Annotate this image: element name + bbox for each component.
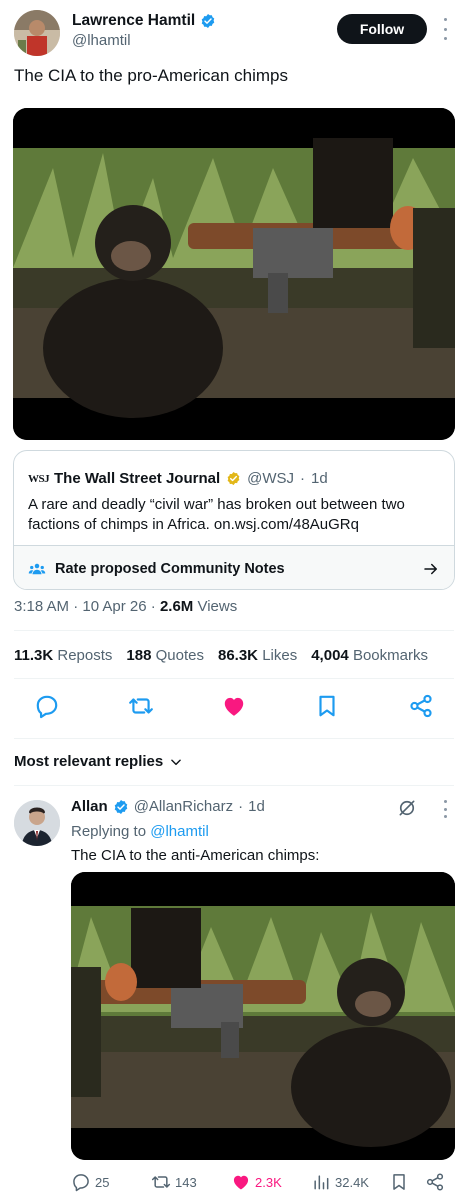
engagement-stats: 11.3K Reposts 188 Quotes 86.3K Likes 4,0… — [14, 647, 428, 664]
reply-author-row: Allan @AllanRicharz · 1d — [71, 798, 265, 815]
tweet-meta: 3:18 AM · 10 Apr 26 · 2.6M Views — [14, 598, 237, 615]
meta-separator: · — [73, 598, 79, 615]
reply-action-bar: 25 143 2.3K 32.4K — [71, 1170, 455, 1194]
chevron-down-icon — [171, 759, 182, 765]
video-frame — [13, 138, 455, 418]
reply-replies-count: 25 — [95, 1174, 110, 1190]
replying-to-link[interactable]: @lhamtil — [150, 823, 209, 840]
reply-icon[interactable] — [34, 693, 60, 719]
reposts-stat[interactable]: 11.3K Reposts — [14, 647, 112, 664]
author-avatar[interactable] — [14, 10, 60, 56]
reply-views-count: 32.4K — [335, 1174, 369, 1190]
community-notes-icon — [28, 563, 46, 574]
reply-more-icon[interactable] — [440, 800, 450, 818]
repost-icon[interactable] — [128, 693, 154, 719]
reply-separator: · — [238, 798, 244, 815]
repost-icon — [151, 1176, 171, 1188]
reply-reposts-count: 143 — [175, 1174, 197, 1190]
views-label: Views — [197, 598, 238, 615]
reply-author-name[interactable]: Allan — [71, 798, 108, 815]
divider — [14, 630, 454, 631]
reply-text: The CIA to the anti-American chimps: — [71, 847, 320, 864]
tweet-time[interactable]: 3:18 AM — [14, 598, 69, 615]
bookmarks-stat[interactable]: 4,004 Bookmarks — [311, 647, 428, 664]
reply-reply-button[interactable]: 25 — [71, 1172, 109, 1192]
views-icon — [314, 1175, 329, 1190]
more-icon[interactable] — [440, 18, 450, 40]
wsj-logo: WSJ — [28, 472, 50, 485]
reply-likes-count: 2.3K — [255, 1174, 282, 1190]
reply-author-handle[interactable]: @AllanRicharz — [134, 798, 233, 815]
bookmark-icon[interactable] — [389, 1172, 409, 1192]
quoted-tweet-card[interactable]: WSJ The Wall Street Journal @WSJ · 1d A … — [13, 450, 455, 590]
verified-gold-icon — [227, 471, 240, 486]
replying-to-prefix: Replying to — [71, 823, 147, 840]
quoted-tweet-header: WSJ The Wall Street Journal @WSJ · 1d — [28, 470, 328, 487]
reply-views-button[interactable]: 32.4K — [311, 1172, 369, 1192]
arrow-right-icon[interactable] — [422, 560, 440, 578]
quoted-separator: · — [300, 470, 306, 487]
reply-author-avatar[interactable] — [14, 800, 60, 846]
verified-icon — [201, 14, 215, 28]
bookmark-icon[interactable] — [314, 693, 340, 719]
reply-timestamp[interactable]: 1d — [248, 798, 265, 815]
like-icon — [233, 1175, 249, 1190]
share-icon[interactable] — [408, 693, 434, 719]
divider — [14, 785, 454, 786]
views-count: 2.6M — [159, 598, 194, 615]
like-icon[interactable] — [221, 693, 247, 719]
likes-stat[interactable]: 86.3K Likes — [218, 647, 297, 664]
author-name-row[interactable]: Lawrence Hamtil — [72, 12, 216, 30]
reply-like-button[interactable]: 2.3K — [231, 1172, 282, 1192]
follow-button[interactable]: Follow — [337, 14, 427, 44]
quotes-stat[interactable]: 188 Quotes — [126, 647, 204, 664]
tweet-date[interactable]: 10 Apr 26 — [82, 598, 146, 615]
replies-sort-dropdown[interactable]: Most relevant replies — [14, 753, 183, 770]
replying-to: Replying to @lhamtil — [71, 823, 209, 840]
quoted-timestamp: 1d — [311, 470, 328, 487]
divider — [14, 738, 454, 739]
tweet-text: The CIA to the pro-American chimps — [14, 66, 289, 85]
tweet-video[interactable] — [13, 108, 455, 440]
share-icon[interactable] — [425, 1172, 445, 1192]
divider — [14, 678, 454, 679]
reply-video[interactable] — [71, 872, 455, 1160]
author-handle[interactable]: @lhamtil — [72, 32, 131, 49]
tweet-action-bar — [14, 693, 454, 723]
quoted-author-name: The Wall Street Journal — [54, 470, 221, 487]
reply-icon — [73, 1174, 89, 1192]
verified-icon — [114, 799, 127, 814]
quoted-tweet-text: A rare and deadly “civil war” has broken… — [28, 496, 405, 533]
reply-repost-button[interactable]: 143 — [151, 1172, 197, 1192]
video-frame — [71, 906, 455, 1147]
grok-icon[interactable] — [397, 798, 417, 818]
community-notes-label: Rate proposed Community Notes — [55, 560, 285, 577]
meta-separator: · — [150, 598, 156, 615]
community-notes-bar[interactable]: Rate proposed Community Notes — [14, 545, 454, 589]
quoted-author-handle: @WSJ — [247, 470, 295, 487]
replies-sort-label: Most relevant replies — [14, 753, 164, 770]
author-name[interactable]: Lawrence Hamtil — [72, 12, 195, 30]
